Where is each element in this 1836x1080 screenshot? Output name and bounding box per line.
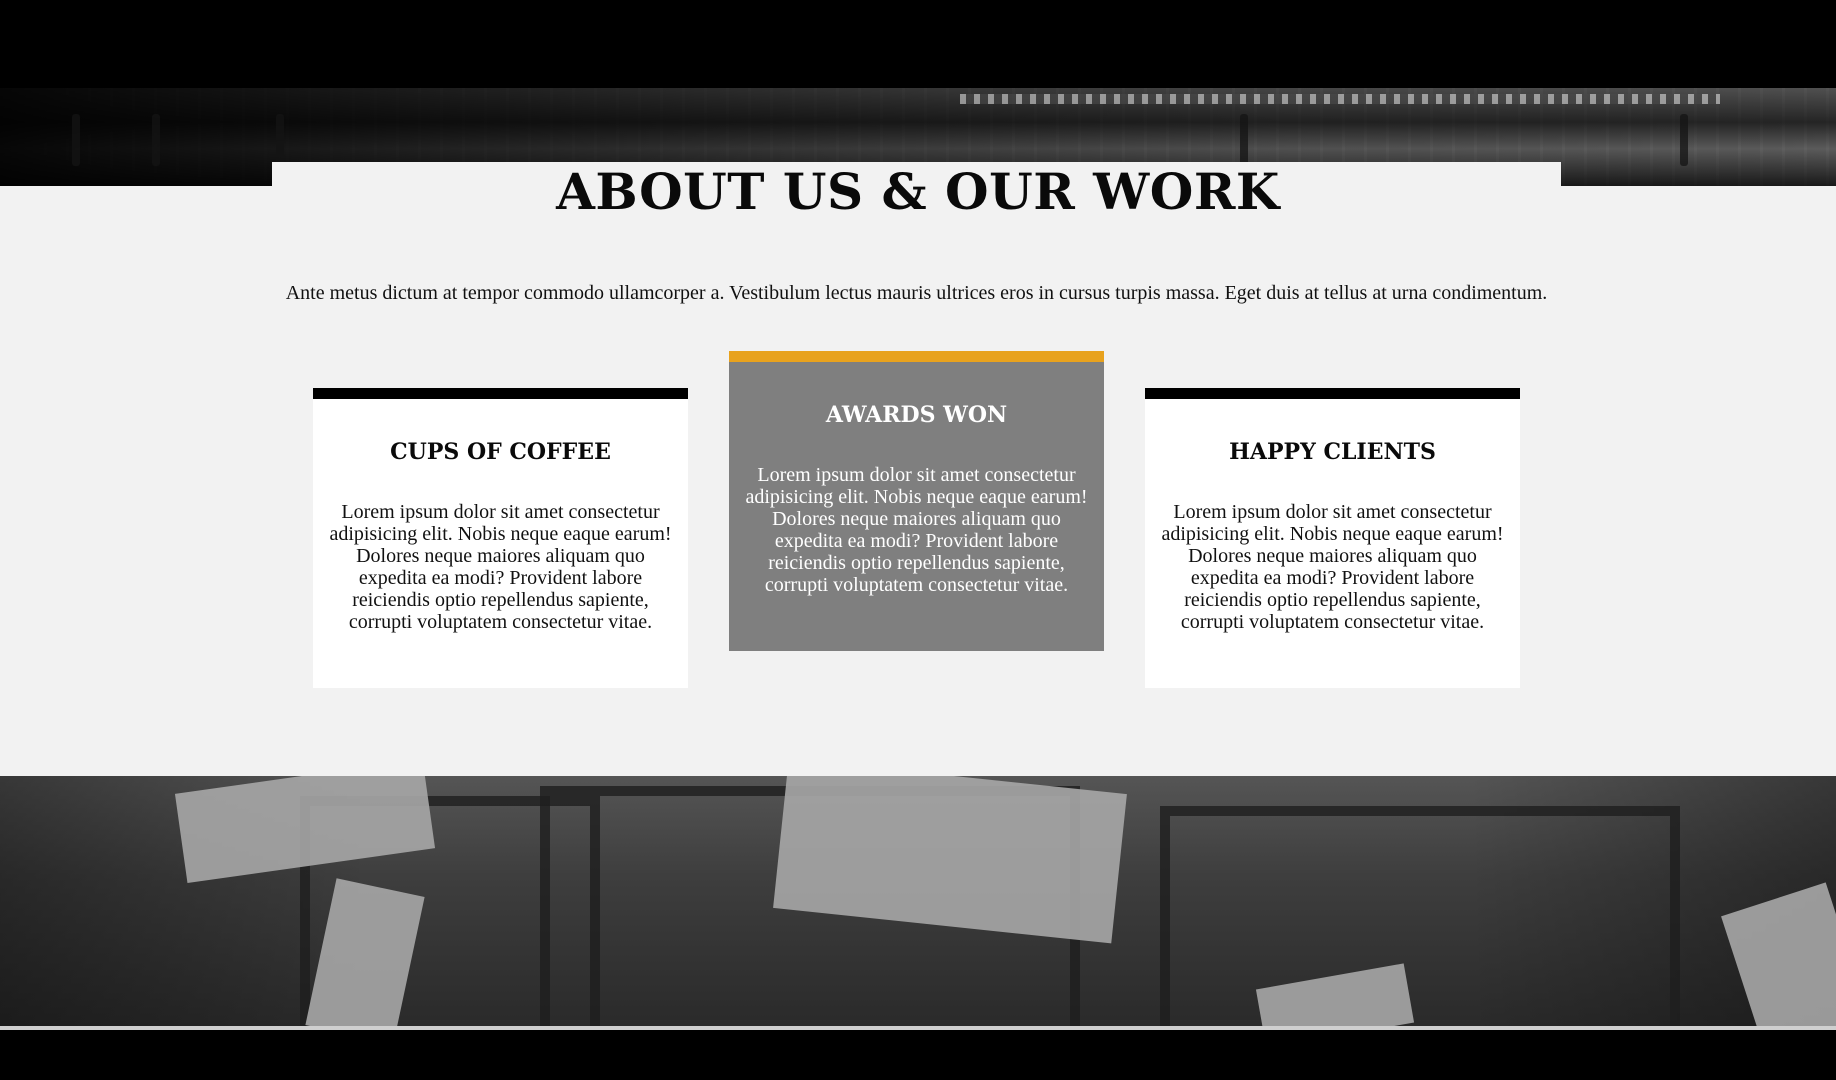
stat-card-cups-of-coffee: CUPS OF COFFEE Lorem ipsum dolor sit ame… (313, 388, 688, 688)
pedestrian-silhouette (1240, 114, 1248, 166)
card-top-bar (1145, 388, 1520, 399)
section-intro-text: Ante metus dictum at tempor commodo ulla… (285, 282, 1548, 304)
pedestrian-silhouette (72, 114, 80, 166)
stat-card-awards-won: AWARDS WON Lorem ipsum dolor sit amet co… (729, 351, 1104, 651)
card-body: Lorem ipsum dolor sit amet consectetur a… (329, 501, 672, 633)
photo-frame (1160, 806, 1680, 1026)
pedestrian-silhouette (152, 114, 160, 166)
card-body: Lorem ipsum dolor sit amet consectetur a… (1161, 501, 1504, 633)
section-divider-line (0, 1026, 1836, 1030)
ceiling-lights (960, 94, 1720, 104)
section-title: ABOUT US & OUR WORK (556, 162, 1280, 221)
stat-card-happy-clients: HAPPY CLIENTS Lorem ipsum dolor sit amet… (1145, 388, 1520, 688)
card-title: CUPS OF COFFEE (390, 439, 611, 465)
hero-background-image-bottom (0, 776, 1836, 1026)
card-top-bar-accent (729, 351, 1104, 362)
paper-scrap (1721, 882, 1836, 1026)
card-body: Lorem ipsum dolor sit amet consectetur a… (745, 464, 1088, 596)
card-title: HAPPY CLIENTS (1229, 439, 1436, 465)
screen: ABOUT US & OUR WORK Ante metus dictum at… (0, 0, 1836, 1080)
card-title: AWARDS WON (825, 402, 1008, 428)
pedestrian-silhouette (276, 114, 284, 166)
card-top-bar (313, 388, 688, 399)
pedestrian-silhouette (1680, 114, 1688, 166)
